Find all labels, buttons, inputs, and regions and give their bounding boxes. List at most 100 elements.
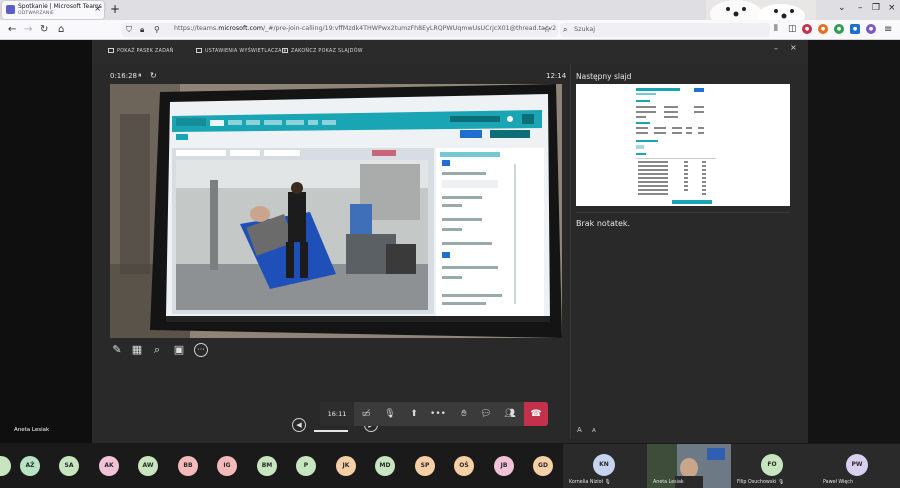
end-slideshow-button[interactable]: ZAKOŃCZ POKAZ SLAJDÓW	[282, 48, 363, 54]
pocket-icon[interactable]: ◫	[788, 23, 797, 36]
minimize-presenter-icon[interactable]: –	[774, 44, 778, 53]
taskbar-icon	[108, 48, 114, 53]
elapsed-timer: 0:16:28	[110, 72, 137, 80]
forward-icon[interactable]: →	[24, 23, 32, 36]
participant-avatar[interactable]: BB	[178, 456, 198, 476]
share-screen-icon[interactable]: ⬆︎	[402, 402, 426, 426]
participants-icon[interactable]: 👥︎	[498, 402, 522, 426]
participant-avatar[interactable]: MD	[375, 456, 395, 476]
close-presenter-icon[interactable]: ×	[790, 43, 797, 52]
search-bar[interactable]: ⌕ Szukaj	[560, 23, 770, 37]
mic-muted-icon: 🎙︎	[604, 480, 611, 485]
restore-icon[interactable]: ❐	[872, 3, 880, 13]
reload-icon[interactable]: ↻	[40, 23, 48, 36]
call-duration: 16:11	[320, 402, 354, 426]
camera-off-icon[interactable]: ▭̸	[354, 402, 378, 426]
teams-favicon-icon	[6, 5, 15, 14]
bookmark-star-icon[interactable]: ☆	[543, 24, 551, 37]
right-gutter	[808, 40, 900, 443]
participant-avatar[interactable]: BM	[257, 456, 277, 476]
participant-tile-name: Aneta Lesiak	[653, 480, 684, 485]
new-tab-icon[interactable]: +	[110, 2, 120, 16]
notes-divider	[576, 212, 790, 213]
left-gutter	[0, 40, 92, 443]
close-window-icon[interactable]: ×	[888, 3, 896, 13]
slide-progress-bar	[314, 430, 348, 432]
participant-avatar[interactable]: OŚ	[454, 456, 474, 476]
extension-red-icon[interactable]: ●	[802, 24, 812, 34]
decrease-font-button[interactable]: A	[577, 426, 582, 434]
participant-avatar[interactable]: AŻ	[20, 456, 40, 476]
home-icon[interactable]: ⌂	[58, 23, 64, 36]
participant-tile-avatar: KN	[593, 454, 615, 476]
participant-avatar[interactable]: SA	[59, 456, 79, 476]
pause-icon[interactable]: ⏸	[138, 71, 142, 80]
search-icon: ⌕	[563, 25, 568, 34]
extension-purple-icon[interactable]: ●	[866, 24, 876, 34]
participant-avatar[interactable]: AW	[138, 456, 158, 476]
participant-avatar[interactable]: IG	[217, 456, 237, 476]
mic-muted-icon: 🎙︎	[777, 480, 785, 485]
theme-dog-image	[706, 0, 816, 20]
minimize-icon[interactable]: –	[858, 3, 863, 13]
chat-icon[interactable]: 💬︎	[474, 402, 498, 426]
call-controls: 16:11 ▭̸ 🎙︎ ⬆︎ ••• ✋︎ 💬︎ 👥︎ ☎︎	[320, 402, 548, 426]
browser-tab[interactable]: Spotkanie | Microsoft Teams ODTWARZANIE …	[2, 1, 104, 19]
hang-up-button[interactable]: ☎︎	[524, 402, 548, 426]
participant-tile-name: Filip Osuchowski 🎙︎	[737, 480, 785, 485]
tab-list-icon[interactable]: ⌄	[838, 3, 846, 13]
next-slide-preview[interactable]	[576, 84, 790, 206]
increase-font-button[interactable]: A	[592, 428, 596, 434]
tab-title: Spotkanie | Microsoft Teams	[18, 3, 102, 10]
zoom-icon[interactable]: ⌕	[150, 343, 164, 357]
pen-icon[interactable]: ✎	[110, 343, 124, 357]
more-actions-icon[interactable]: •••	[426, 402, 450, 426]
tab-playing-status: ODTWARZANIE	[18, 11, 55, 16]
participant-avatar[interactable]: SP	[415, 456, 435, 476]
display-settings-button[interactable]: USTAWIENIA WYŚWIETLACZA ▾	[196, 48, 286, 54]
black-screen-icon[interactable]: ▣	[172, 343, 186, 357]
notes-text: Brak notatek.	[576, 219, 631, 228]
restart-timer-icon[interactable]: ↻	[150, 71, 157, 80]
participant-tile-name: Paweł Więch	[823, 480, 853, 485]
lock-icon[interactable]: 🔒︎	[140, 23, 144, 36]
search-placeholder: Szukaj	[574, 25, 596, 33]
participant-tile-avatar: FO	[761, 454, 783, 476]
participant-avatar[interactable]: JK	[336, 456, 356, 476]
show-taskbar-button[interactable]: POKAŻ PASEK ZADAŃ	[108, 48, 174, 54]
participant-avatar[interactable]: JB	[494, 456, 514, 476]
browser-tab-bar: Spotkanie | Microsoft Teams ODTWARZANIE …	[0, 0, 900, 20]
library-icon[interactable]: ⫴	[774, 23, 778, 36]
extension-green-icon[interactable]: ●	[834, 24, 844, 34]
shield-icon[interactable]: ⛉	[126, 23, 132, 36]
raise-hand-icon[interactable]: ✋︎	[452, 402, 476, 426]
more-options-icon[interactable]: ···	[194, 343, 208, 357]
see-all-slides-icon[interactable]: ▦	[130, 343, 144, 357]
previous-slide-icon[interactable]: ◀	[292, 418, 306, 432]
extension-blue-icon[interactable]: ●	[850, 24, 860, 34]
participant-tile-name: Kornelia Nizioł 🎙︎	[569, 480, 611, 485]
url-bar[interactable]: ⛉ 🔒︎ ⚲ https://teams.microsoft.com/_#/pr…	[122, 23, 558, 37]
presenter-toolbar: POKAŻ PASEK ZADAŃ USTAWIENIA WYŚWIETLACZ…	[92, 40, 808, 64]
extension-orange-icon[interactable]: ●	[818, 24, 828, 34]
back-icon[interactable]: ←	[8, 23, 16, 36]
participant-tile-video[interactable]: Aneta Lesiak	[647, 444, 731, 488]
participant-avatar[interactable]: AK	[99, 456, 119, 476]
end-show-icon	[282, 48, 288, 53]
screen: Spotkanie | Microsoft Teams ODTWARZANIE …	[0, 0, 900, 488]
next-slide-label: Następny slajd	[576, 72, 632, 81]
participant-avatar[interactable]: P	[296, 456, 316, 476]
browser-nav-bar: ← → ↻ ⌂ ⛉ 🔒︎ ⚲ https://teams.microsoft.c…	[0, 20, 900, 40]
presenter-name-tag: Aneta Lesiak	[14, 427, 50, 433]
tab-close-icon[interactable]: ×	[94, 4, 101, 14]
participant-tile[interactable]: FO Filip Osuchowski 🎙︎	[731, 444, 815, 488]
monitor-icon	[196, 48, 202, 53]
menu-icon[interactable]: ≡	[884, 23, 892, 36]
participant-tile[interactable]: KN Kornelia Nizioł 🎙︎	[563, 444, 647, 488]
clock: 12:14	[546, 72, 567, 80]
mic-muted-icon[interactable]: 🎙︎	[378, 402, 402, 426]
participant-avatar[interactable]: GD	[533, 456, 553, 476]
participant-tile[interactable]: PW Paweł Więch	[815, 444, 900, 488]
permissions-icon[interactable]: ⚲	[154, 23, 160, 36]
current-slide	[110, 84, 562, 338]
